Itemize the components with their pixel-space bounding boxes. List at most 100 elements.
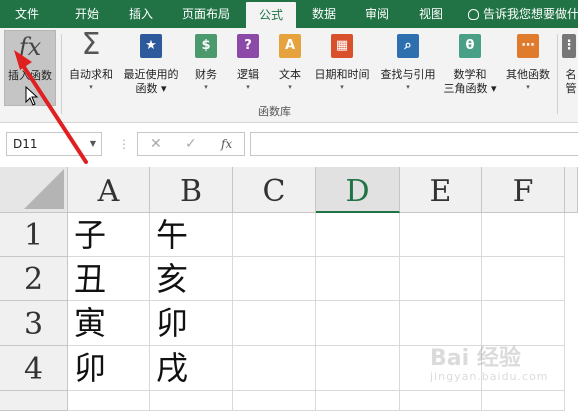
more-book-icon: ⋯ xyxy=(517,34,539,58)
cell-d5[interactable] xyxy=(316,391,400,411)
select-all-button[interactable] xyxy=(0,167,68,213)
cell-c3[interactable] xyxy=(233,301,316,346)
star-book-icon: ★ xyxy=(140,34,162,58)
more-functions-button[interactable]: ⋯ 其他函数 ▾ xyxy=(500,30,556,106)
tab-view[interactable]: 视图 xyxy=(408,0,454,28)
tab-file[interactable]: 文件 xyxy=(4,0,50,28)
question-book-icon: ? xyxy=(237,34,259,58)
column-header-d[interactable]: D xyxy=(316,167,400,213)
cell-a2[interactable]: 丑 xyxy=(68,257,150,301)
cell-c1[interactable] xyxy=(233,213,316,257)
insert-function-label: 插入函数 xyxy=(8,69,52,82)
column-header-e[interactable]: E xyxy=(400,167,482,213)
mouse-cursor-icon xyxy=(25,86,39,106)
magnifier-book-icon: ⌕ xyxy=(397,34,419,58)
chevron-down-icon[interactable]: ▼ xyxy=(90,133,96,155)
baidu-jingyan-watermark: Bai 经验 jingyan.baidu.com xyxy=(430,340,570,400)
cell-c2[interactable] xyxy=(233,257,316,301)
cell-f2[interactable] xyxy=(482,257,565,301)
cell-d3[interactable] xyxy=(316,301,400,346)
enter-icon[interactable]: ✓ xyxy=(185,133,197,155)
financial-button[interactable]: $ 财务 ▾ xyxy=(186,30,226,106)
name-manager-icon: ⋮ xyxy=(562,34,576,58)
lookup-reference-button[interactable]: ⌕ 查找与引用 ▾ xyxy=(376,30,440,106)
autosum-button[interactable]: Σ 自动求和 ▾ xyxy=(64,30,118,106)
cell-b4[interactable]: 戌 xyxy=(150,346,233,391)
cell-d2[interactable] xyxy=(316,257,400,301)
coins-book-icon: $ xyxy=(195,34,217,58)
math-trig-label: 数学和 三角函数 ▾ xyxy=(443,68,497,95)
row-header-4[interactable]: 4 xyxy=(0,346,68,391)
column-header-g[interactable] xyxy=(565,167,578,213)
date-time-label: 日期和时间 xyxy=(314,68,370,81)
logical-button[interactable]: ? 逻辑 ▾ xyxy=(228,30,268,106)
watermark-text: Bai 经验 xyxy=(430,346,521,371)
text-book-icon: A xyxy=(279,34,301,58)
sigma-icon: Σ xyxy=(81,27,101,62)
insert-function-fx-icon[interactable]: fx xyxy=(221,133,232,155)
cell-a3[interactable]: 寅 xyxy=(68,301,150,346)
fx-icon: fx xyxy=(18,33,42,61)
tab-formulas[interactable]: 公式 xyxy=(246,2,296,28)
cell-e2[interactable] xyxy=(400,257,482,301)
column-header-a[interactable]: A xyxy=(68,167,150,213)
logical-label: 逻辑 xyxy=(237,68,259,81)
row-header-2[interactable]: 2 xyxy=(0,257,68,301)
ribbon-separator xyxy=(61,34,62,114)
tab-review[interactable]: 审阅 xyxy=(354,0,400,28)
financial-label: 财务 xyxy=(195,68,217,81)
ribbon-formulas: fx 插入函数 Σ 自动求和 ▾ ★ 最近使用的 函数 ▾ $ 财务 ▾ ? 逻辑 ▾ … xyxy=(0,28,578,123)
tab-page-layout[interactable]: 页面布局 xyxy=(170,0,242,28)
recent-functions-button[interactable]: ★ 最近使用的 函数 ▾ xyxy=(118,30,184,106)
more-functions-label: 其他函数 xyxy=(506,68,550,81)
name-manager-button[interactable]: ⋮ 名管 xyxy=(560,30,578,106)
calendar-book-icon: ▦ xyxy=(331,34,353,58)
row-header-3[interactable]: 3 xyxy=(0,301,68,346)
cell-b3[interactable]: 卯 xyxy=(150,301,233,346)
theta-book-icon: θ xyxy=(459,34,481,58)
name-manager-label: 名管 xyxy=(565,68,577,95)
cell-d4[interactable] xyxy=(316,346,400,391)
tell-me-search[interactable]: 告诉我您想要做什么 xyxy=(468,0,578,28)
lightbulb-icon xyxy=(468,9,479,20)
row-header-1[interactable]: 1 xyxy=(0,213,68,257)
recent-functions-label: 最近使用的 函数 ▾ xyxy=(123,68,179,95)
column-header-f[interactable]: F xyxy=(482,167,565,213)
ribbon-separator xyxy=(557,34,558,114)
tell-me-text: 告诉我您想要做什么 xyxy=(483,7,578,21)
tab-data[interactable]: 数据 xyxy=(302,0,346,28)
cell-d1[interactable] xyxy=(316,213,400,257)
cell-c4[interactable] xyxy=(233,346,316,391)
cell-a4[interactable]: 卯 xyxy=(68,346,150,391)
row-header-5[interactable] xyxy=(0,391,68,411)
cancel-icon[interactable]: ✕ xyxy=(150,133,162,155)
select-all-triangle-icon xyxy=(24,169,64,209)
name-box[interactable]: D11 ▼ xyxy=(6,132,102,156)
cell-a1[interactable]: 子 xyxy=(68,213,150,257)
tab-home[interactable]: 开始 xyxy=(62,0,112,28)
watermark-url: jingyan.baidu.com xyxy=(430,370,549,383)
group-label-function-library: 函数库 xyxy=(258,105,291,118)
column-header-c[interactable]: C xyxy=(233,167,316,213)
formula-bar-splitter-icon[interactable]: ⋮ xyxy=(118,137,130,151)
formula-input[interactable] xyxy=(250,132,578,156)
formula-bar: D11 ▼ ⋮ ✕ ✓ fx xyxy=(0,123,578,167)
cell-e1[interactable] xyxy=(400,213,482,257)
formula-buttons: ✕ ✓ fx xyxy=(137,132,245,156)
text-label: 文本 xyxy=(279,68,301,81)
lookup-reference-label: 查找与引用 xyxy=(380,68,436,81)
math-trig-button[interactable]: θ 数学和 三角函数 ▾ xyxy=(442,30,498,106)
cell-a5[interactable] xyxy=(68,391,150,411)
column-header-b[interactable]: B xyxy=(150,167,233,213)
cell-b2[interactable]: 亥 xyxy=(150,257,233,301)
name-box-value: D11 xyxy=(13,137,38,151)
ribbon-tab-bar: 文件 开始 插入 页面布局 公式 数据 审阅 视图 告诉我您想要做什么 xyxy=(0,0,578,28)
cell-c5[interactable] xyxy=(233,391,316,411)
cell-b5[interactable] xyxy=(150,391,233,411)
autosum-label: 自动求和 xyxy=(69,68,113,81)
cell-f1[interactable] xyxy=(482,213,565,257)
cell-b1[interactable]: 午 xyxy=(150,213,233,257)
text-button[interactable]: A 文本 ▾ xyxy=(270,30,310,106)
date-time-button[interactable]: ▦ 日期和时间 ▾ xyxy=(310,30,374,106)
tab-insert[interactable]: 插入 xyxy=(118,0,164,28)
